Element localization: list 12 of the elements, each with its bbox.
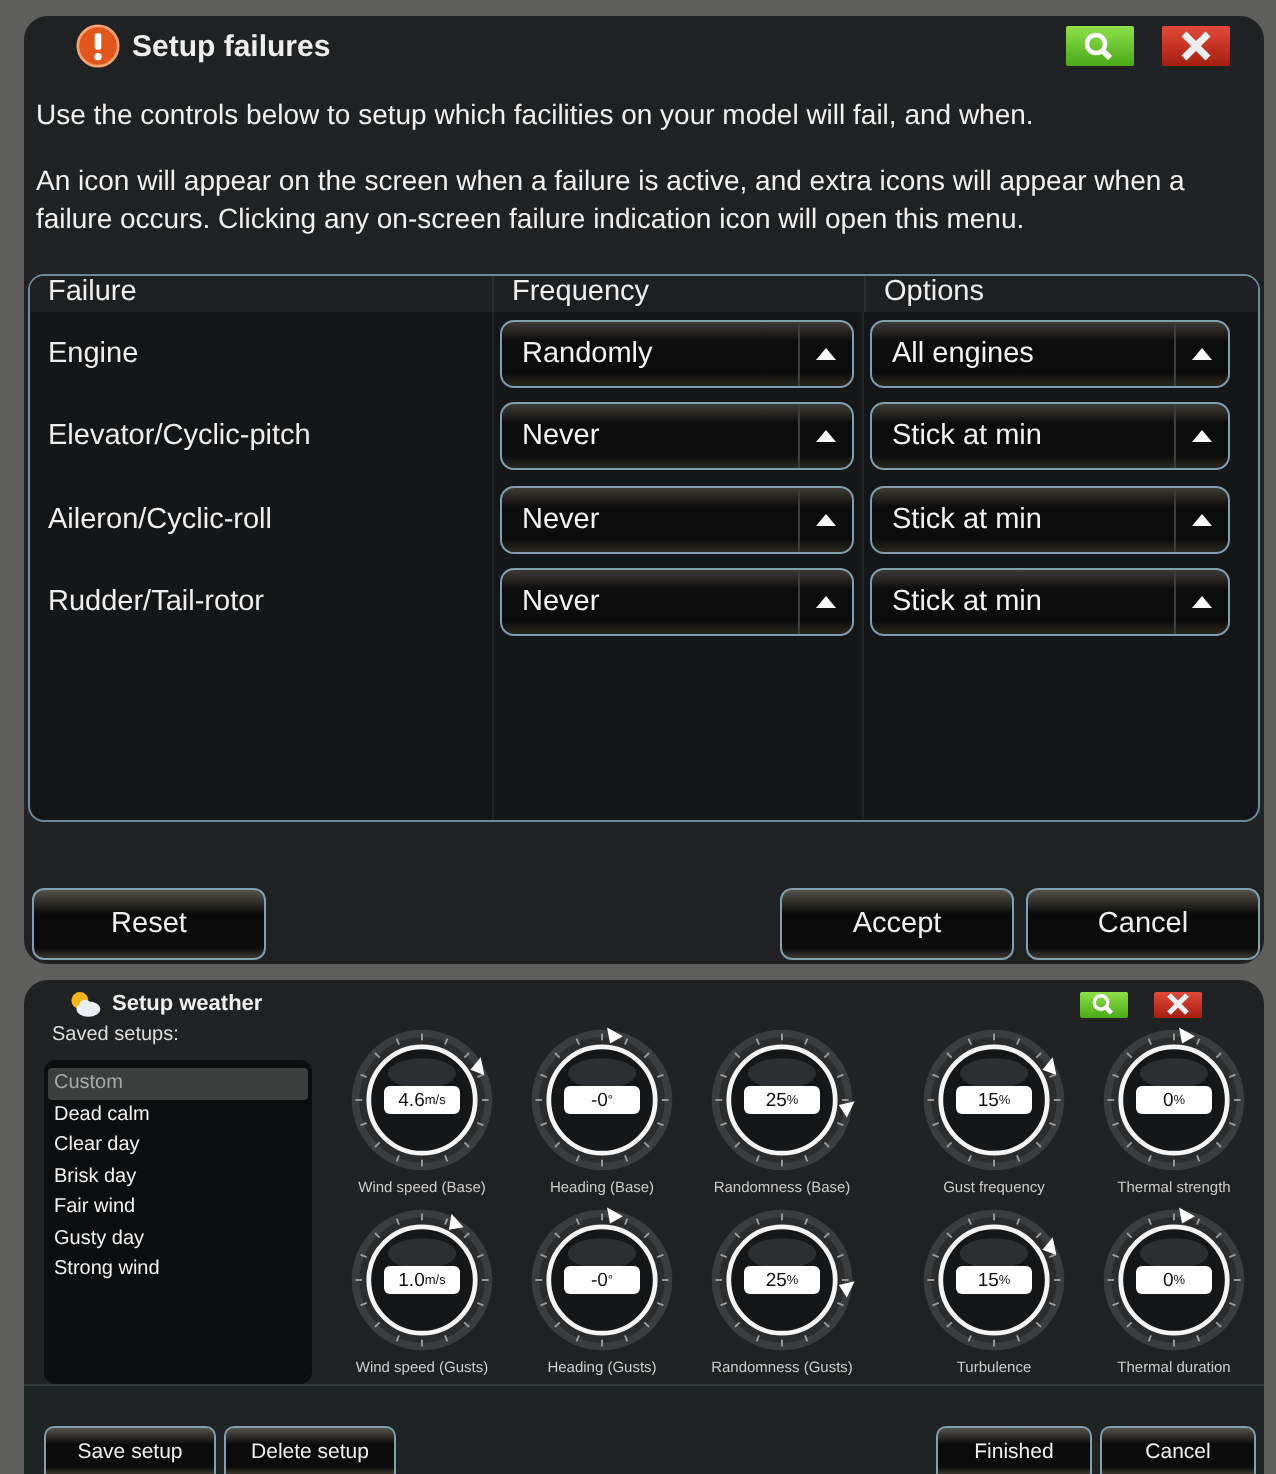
description-text: Use the controls below to setup which facilities on your model will fail, and when. <box>36 96 1036 134</box>
dialog-title: Setup weather <box>112 992 263 1016</box>
failure-name: Elevator/Cyclic-pitch <box>46 418 313 457</box>
column-header: Frequency <box>492 276 864 312</box>
failure-name: Rudder/Tail-rotor <box>46 584 266 623</box>
failure-name: Aileron/Cyclic-roll <box>46 501 274 540</box>
column-header: Failure <box>46 276 139 312</box>
dialog-title: Setup failures <box>132 29 331 63</box>
column-header: Options <box>864 276 1258 312</box>
failure-name: Engine <box>46 335 141 374</box>
saved-setups-label: Saved setups: <box>50 1024 181 1050</box>
description-text: An icon will appear on the screen when a failure is active, and extra icons will appear when a failure occurs. Clicking any on-screen failure indication icon will open this menu. <box>36 162 1187 238</box>
